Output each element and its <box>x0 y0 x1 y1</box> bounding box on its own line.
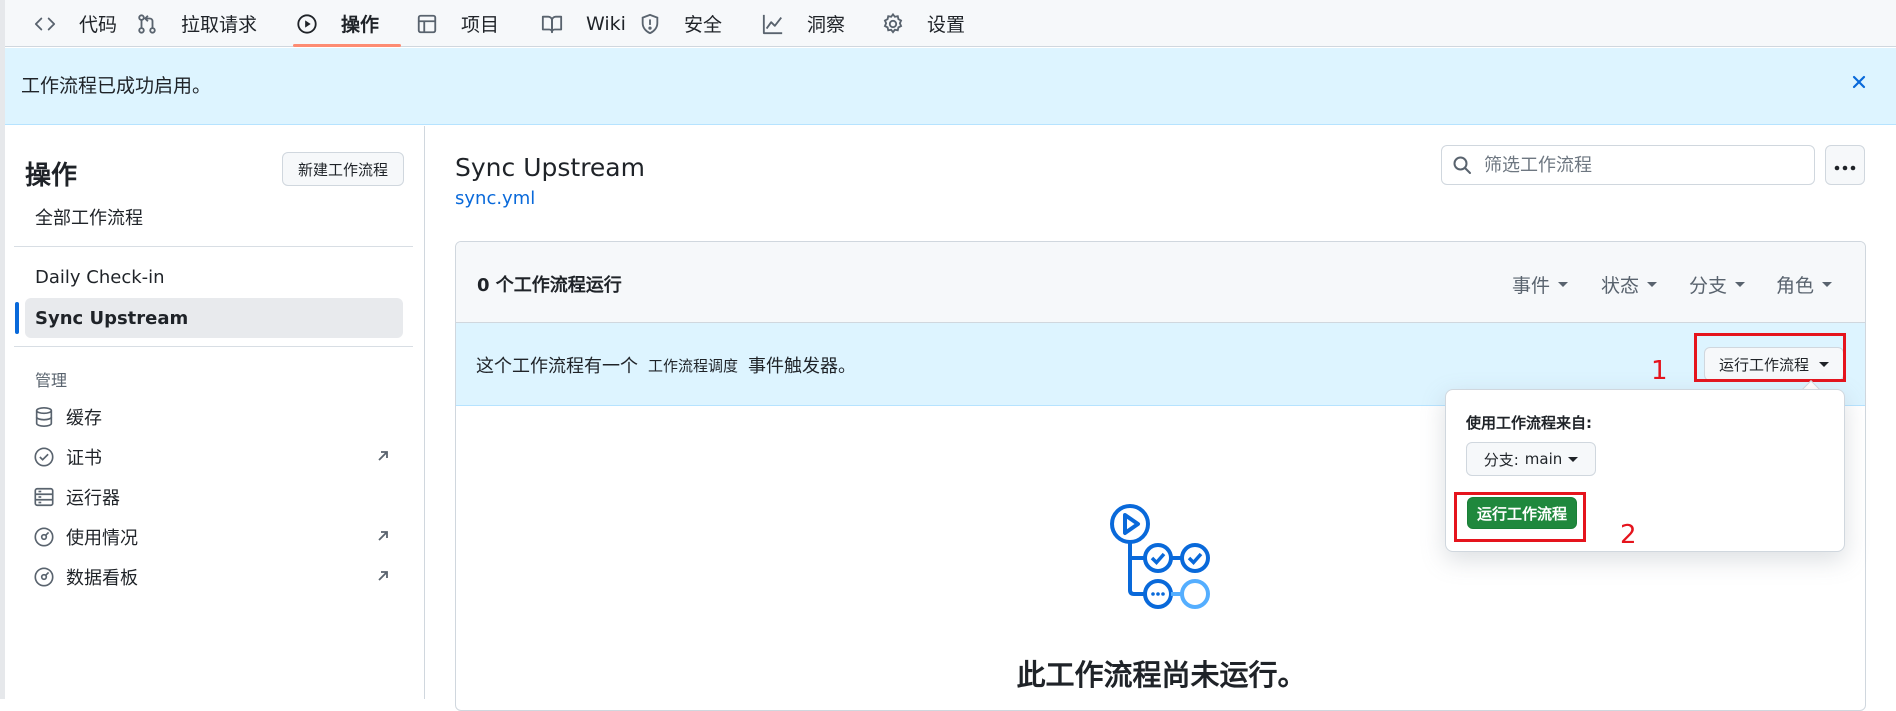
tab-label: 项目 <box>461 14 500 36</box>
flash-message: 工作流程已成功启用。 <box>21 75 212 97</box>
workflow-title: Sync Upstream <box>455 153 645 182</box>
sidebar-item-sync-upstream[interactable]: Sync Upstream <box>25 298 403 338</box>
server-icon <box>33 486 55 508</box>
more-options-button[interactable] <box>1825 145 1865 185</box>
code-icon <box>33 12 57 36</box>
tab-actions[interactable]: 操作 <box>295 0 379 47</box>
new-workflow-button[interactable]: 新建工作流程 <box>282 152 404 186</box>
sidebar-divider <box>14 346 413 347</box>
caret-down-icon <box>1735 282 1746 287</box>
sidebar-title: 操作 <box>25 161 78 191</box>
arrow-up-right-icon <box>375 448 391 464</box>
caret-down-icon <box>1822 282 1833 287</box>
selected-item-indicator <box>15 302 19 334</box>
filter-event[interactable]: 事件 <box>1512 271 1569 298</box>
arrow-up-right-icon <box>375 568 391 584</box>
kebab-horizontal-icon <box>1834 156 1856 175</box>
graph-icon <box>761 12 785 36</box>
tab-pull-requests[interactable]: 拉取请求 <box>135 0 257 47</box>
selected-tab-indicator <box>293 44 401 47</box>
repo-nav: 代码 拉取请求 操作 项目 Wiki 安全 洞察 设置 <box>5 0 1896 47</box>
annotation-box-1 <box>1694 333 1846 382</box>
filter-actor[interactable]: 角色 <box>1776 271 1833 298</box>
sidebar-item-label: 证书 <box>66 448 102 469</box>
runs-count: 0 个工作流程运行 <box>477 275 622 296</box>
branch-label: 分支: <box>1483 450 1519 469</box>
caret-down-icon <box>1558 282 1569 287</box>
sidebar-item-certificates[interactable]: 证书 <box>25 438 403 476</box>
sidebar-item-daily-check-in[interactable]: Daily Check-in <box>25 257 403 297</box>
book-icon <box>540 12 564 36</box>
check-circle-icon <box>33 446 55 468</box>
filter-label: 角色 <box>1776 275 1815 297</box>
tab-projects[interactable]: 项目 <box>415 0 499 47</box>
meter-icon <box>33 526 55 548</box>
annotation-box-2 <box>1454 492 1586 542</box>
database-icon <box>33 406 55 428</box>
tab-label: 代码 <box>79 14 118 36</box>
dispatch-message: 这个工作流程有一个 工作流程调度 事件触发器。 <box>476 352 856 378</box>
caret-down-icon <box>1568 456 1579 462</box>
annotation-number-1: 1 <box>1651 356 1668 386</box>
dispatch-text-before: 这个工作流程有一个 <box>476 356 638 377</box>
tab-code[interactable]: 代码 <box>33 0 117 47</box>
workflow-file-link[interactable]: sync.yml <box>455 188 535 209</box>
tab-label: Wiki <box>586 12 626 35</box>
tab-label: 操作 <box>341 14 380 36</box>
tab-wiki[interactable]: Wiki <box>540 0 626 47</box>
sidebar-item-caches[interactable]: 缓存 <box>25 398 403 436</box>
sidebar-item-runners[interactable]: 运行器 <box>25 478 403 516</box>
sidebar-item-usage[interactable]: 使用情况 <box>25 518 403 556</box>
arrow-up-right-icon <box>375 528 391 544</box>
meter-icon <box>33 566 55 588</box>
popover-title: 使用工作流程来自: <box>1466 414 1592 432</box>
sidebar-item-label: 使用情况 <box>66 528 138 549</box>
sidebar-item-label: 数据看板 <box>66 568 138 589</box>
filter-label: 分支 <box>1689 275 1728 297</box>
play-icon <box>295 12 319 36</box>
tab-settings[interactable]: 设置 <box>881 0 965 47</box>
filter-status[interactable]: 状态 <box>1601 271 1658 298</box>
sidebar-item-label: 运行器 <box>66 488 120 509</box>
shield-icon <box>638 12 662 36</box>
branch-select-button[interactable]: 分支: main <box>1466 442 1596 476</box>
flash-banner <box>5 48 1896 125</box>
management-heading: 管理 <box>35 371 68 390</box>
filter-label: 状态 <box>1601 275 1640 297</box>
sidebar-item-dashboard[interactable]: 数据看板 <box>25 558 403 596</box>
sidebar-item-label: 缓存 <box>66 408 102 429</box>
dispatch-event-code: 工作流程调度 <box>648 356 739 375</box>
tab-label: 洞察 <box>807 14 846 36</box>
tab-label: 安全 <box>684 14 723 36</box>
tab-security[interactable]: 安全 <box>638 0 722 47</box>
dispatch-text-after: 事件触发器。 <box>748 356 857 377</box>
close-icon[interactable] <box>1849 72 1869 92</box>
caret-down-icon <box>1647 282 1658 287</box>
search-icon <box>1452 155 1472 175</box>
filter-workflows-search[interactable] <box>1441 145 1815 185</box>
tab-label: 设置 <box>927 14 966 36</box>
filter-label: 事件 <box>1512 275 1551 297</box>
sidebar-divider <box>14 246 413 247</box>
empty-state-title: 此工作流程尚未运行。 <box>1016 658 1307 692</box>
search-input[interactable] <box>1482 153 1802 177</box>
tab-insights[interactable]: 洞察 <box>761 0 845 47</box>
table-icon <box>415 12 439 36</box>
gear-icon <box>881 12 905 36</box>
branch-value: main <box>1524 450 1563 468</box>
annotation-number-2: 2 <box>1620 520 1637 550</box>
runs-header: 0 个工作流程运行 事件 状态 分支 角色 <box>456 242 1865 323</box>
tab-label: 拉取请求 <box>181 14 258 36</box>
pull-request-icon <box>135 12 159 36</box>
workflow-illustration-icon <box>1108 502 1214 610</box>
filter-branch[interactable]: 分支 <box>1689 271 1746 298</box>
sidebar-item-all-workflows[interactable]: 全部工作流程 <box>25 197 403 237</box>
